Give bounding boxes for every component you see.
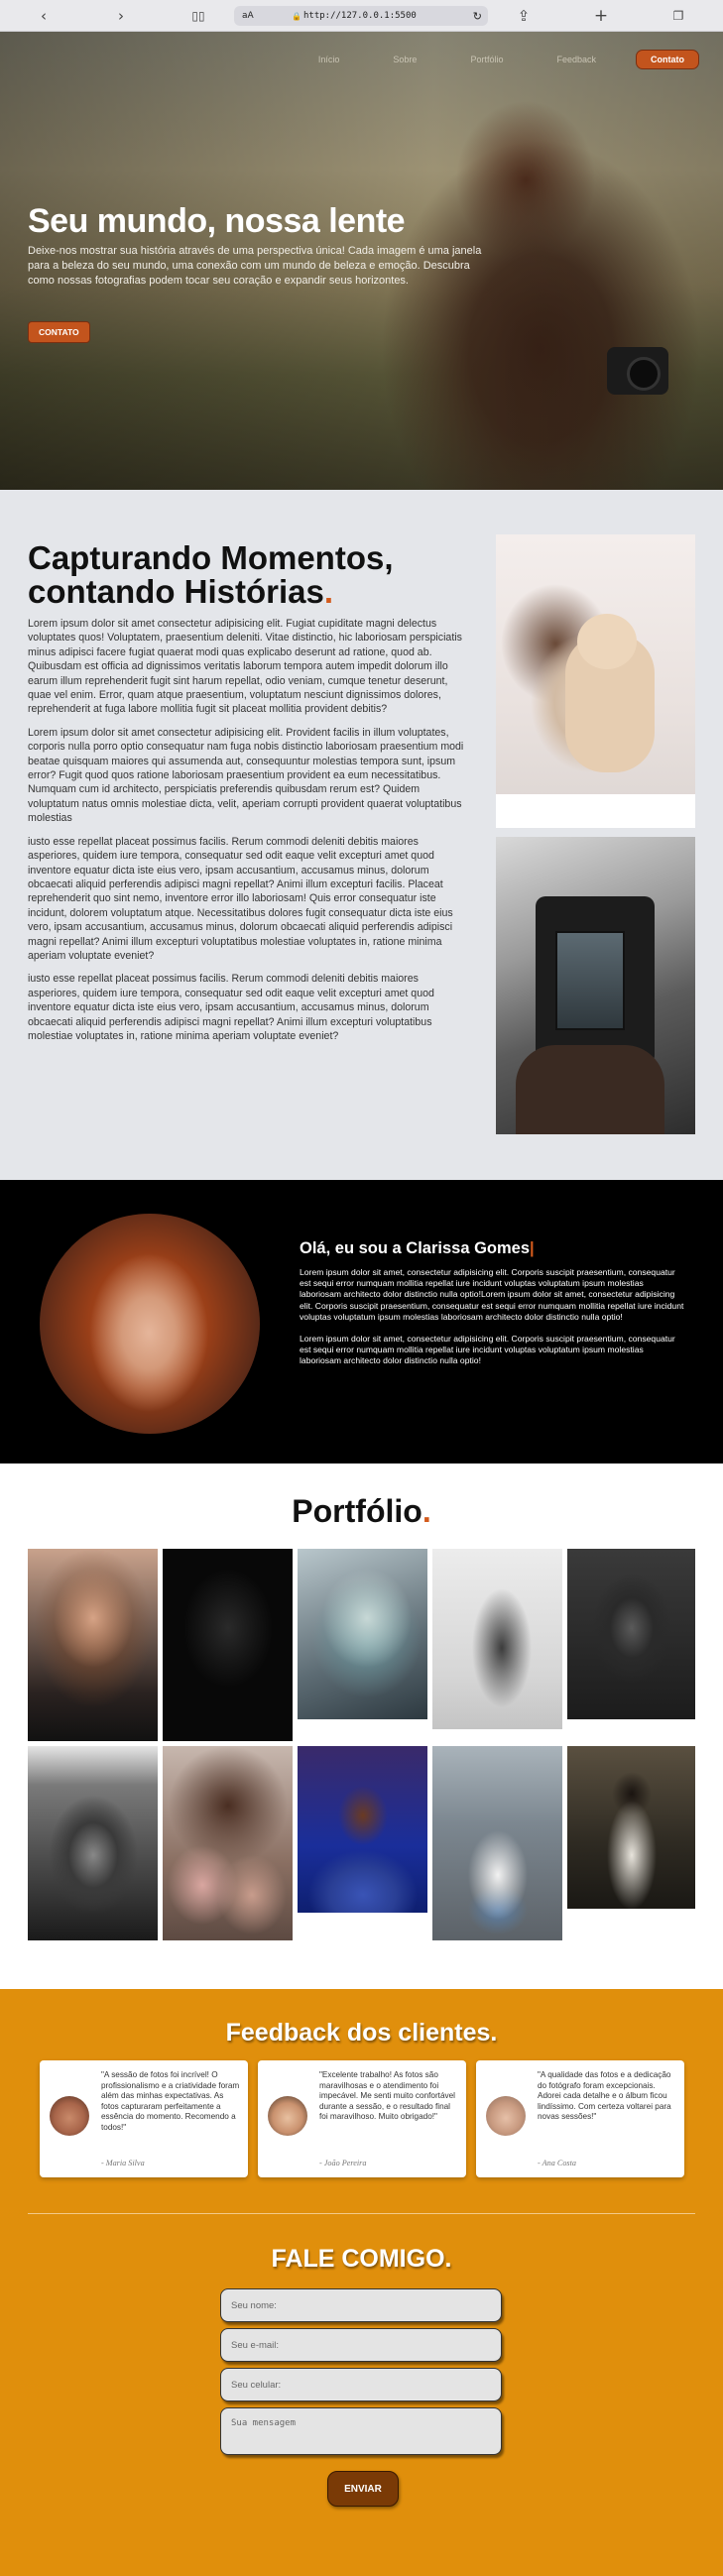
about-paragraph: Lorem ipsum dolor sit amet consectetur a… xyxy=(28,618,462,716)
portfolio-photo[interactable] xyxy=(432,1549,562,1729)
hero-contact-button[interactable]: CONTATO xyxy=(28,321,90,343)
feedback-quote: "Excelente trabalho! As fotos são maravi… xyxy=(319,2070,455,2122)
portfolio-photo[interactable] xyxy=(567,1746,695,1909)
hero-camera-lens xyxy=(627,357,661,391)
contact-title: FALE COMIGO. xyxy=(0,2245,723,2274)
about-photo-camera xyxy=(496,837,695,1134)
hero-title: Seu mundo, nossa lente xyxy=(28,202,406,240)
about-title: Capturando Momentos, contando Histórias. xyxy=(28,541,484,609)
about-body: Lorem ipsum dolor sit amet consectetur a… xyxy=(28,617,470,1052)
nav-item-feedback[interactable]: Feedback xyxy=(556,55,596,64)
intro-paragraph: Lorem ipsum dolor sit amet, consectetur … xyxy=(300,1267,684,1322)
hero-section: Início Sobre Portfólio Feedback Contato … xyxy=(0,32,723,490)
intro-section: Olá, eu sou a Clarissa Gomes| Lorem ipsu… xyxy=(0,1180,723,1464)
intro-title-text: Olá, eu sou a Clarissa Gomes xyxy=(300,1239,531,1257)
intro-body: Lorem ipsum dolor sit amet, consectetur … xyxy=(300,1267,684,1378)
name-input[interactable] xyxy=(220,2288,502,2322)
share-icon[interactable]: ⇪ xyxy=(514,6,534,26)
url-text: http://127.0.0.1:5500 xyxy=(303,11,417,21)
lock-icon: 🔒 xyxy=(292,11,301,21)
contact-title-text: FALE COMIGO xyxy=(271,2245,445,2273)
avatar xyxy=(268,2096,307,2136)
camera-screen-shape xyxy=(555,931,625,1030)
portfolio-title-text: Portfólio xyxy=(292,1493,422,1529)
nav-item-portfolio[interactable]: Portfólio xyxy=(470,55,503,64)
feedback-card: "A qualidade das fotos e a dedicação do … xyxy=(476,2060,684,2177)
portfolio-photo[interactable] xyxy=(298,1746,427,1913)
nav-item-sobre[interactable]: Sobre xyxy=(393,55,417,64)
about-paragraph: iusto esse repellat placeat possimus fac… xyxy=(28,973,434,1042)
portfolio-title: Portfólio. xyxy=(0,1493,723,1530)
portfolio-photo[interactable] xyxy=(28,1746,158,1940)
hand-shape xyxy=(516,1045,664,1134)
feedback-card: "A sessão de fotos foi incrível! O profi… xyxy=(40,2060,248,2177)
portfolio-photo[interactable] xyxy=(28,1549,158,1741)
feedback-title: Feedback dos clientes. xyxy=(0,2019,723,2048)
send-button[interactable]: ENVIAR xyxy=(327,2471,399,2507)
portfolio-title-dot: . xyxy=(422,1493,431,1529)
intro-title-cursor: | xyxy=(530,1239,535,1257)
feedback-title-text: Feedback dos clientes xyxy=(225,2019,491,2047)
main-nav: Início Sobre Portfólio Feedback Contato xyxy=(265,32,699,87)
section-divider xyxy=(28,2213,695,2214)
feedback-title-dot: . xyxy=(490,2019,498,2047)
feedback-quote: "A sessão de fotos foi incrível! O profi… xyxy=(101,2070,240,2132)
about-title-text: Capturando Momentos, contando Histórias xyxy=(28,539,394,610)
teddy-head-shape xyxy=(577,614,637,669)
portfolio-photo[interactable] xyxy=(298,1549,427,1719)
profile-photo xyxy=(40,1214,260,1434)
nav-item-inicio[interactable]: Início xyxy=(318,55,340,64)
email-input[interactable] xyxy=(220,2328,502,2362)
intro-title: Olá, eu sou a Clarissa Gomes| xyxy=(300,1239,535,1258)
about-section: Capturando Momentos, contando Histórias.… xyxy=(0,490,723,1180)
portfolio-photo[interactable] xyxy=(163,1746,293,1940)
feedback-author: - Maria Silva xyxy=(101,2159,145,2167)
contact-title-dot: . xyxy=(444,2245,452,2273)
reader-icon[interactable]: ▯▯ xyxy=(188,6,208,26)
back-icon[interactable]: ‹ xyxy=(34,6,54,26)
text-size-button[interactable]: aA xyxy=(242,11,254,21)
feedback-contact-section: Feedback dos clientes. "A sessão de foto… xyxy=(0,1989,723,2576)
about-paragraph: Lorem ipsum dolor sit amet consectetur a… xyxy=(28,726,464,825)
feedback-author: - Ana Costa xyxy=(538,2159,576,2167)
avatar xyxy=(486,2096,526,2136)
phone-input[interactable] xyxy=(220,2368,502,2401)
portfolio-photo[interactable] xyxy=(432,1746,562,1940)
tabs-icon[interactable]: ❐ xyxy=(668,6,688,26)
about-title-dot: . xyxy=(323,573,334,610)
feedback-card: "Excelente trabalho! As fotos são maravi… xyxy=(258,2060,466,2177)
avatar xyxy=(50,2096,89,2136)
portfolio-photo[interactable] xyxy=(163,1549,293,1741)
portfolio-photo[interactable] xyxy=(567,1549,695,1719)
forward-icon[interactable]: › xyxy=(111,6,131,26)
feedback-author: - João Pereira xyxy=(319,2159,367,2167)
table-shape xyxy=(496,794,695,828)
hero-description: Deixe-nos mostrar sua história através d… xyxy=(28,245,482,287)
feedback-quote: "A qualidade das fotos e a dedicação do … xyxy=(538,2070,671,2122)
about-photo-girl-teddy xyxy=(496,534,695,828)
nav-contact-button[interactable]: Contato xyxy=(636,50,699,69)
reload-icon[interactable]: ↻ xyxy=(473,10,482,23)
message-input[interactable] xyxy=(220,2407,502,2455)
about-paragraph: iusto esse repellat placeat possimus fac… xyxy=(28,835,453,962)
new-tab-icon[interactable]: + xyxy=(591,6,611,26)
address-bar[interactable]: aA 🔒 http://127.0.0.1:5500 ↻ xyxy=(234,6,488,26)
portfolio-section: Portfólio. xyxy=(0,1464,723,1989)
browser-toolbar: ‹ › ▯▯ aA 🔒 http://127.0.0.1:5500 ↻ ⇪ + … xyxy=(0,0,723,32)
intro-paragraph: Lorem ipsum dolor sit amet, consectetur … xyxy=(300,1334,675,1366)
